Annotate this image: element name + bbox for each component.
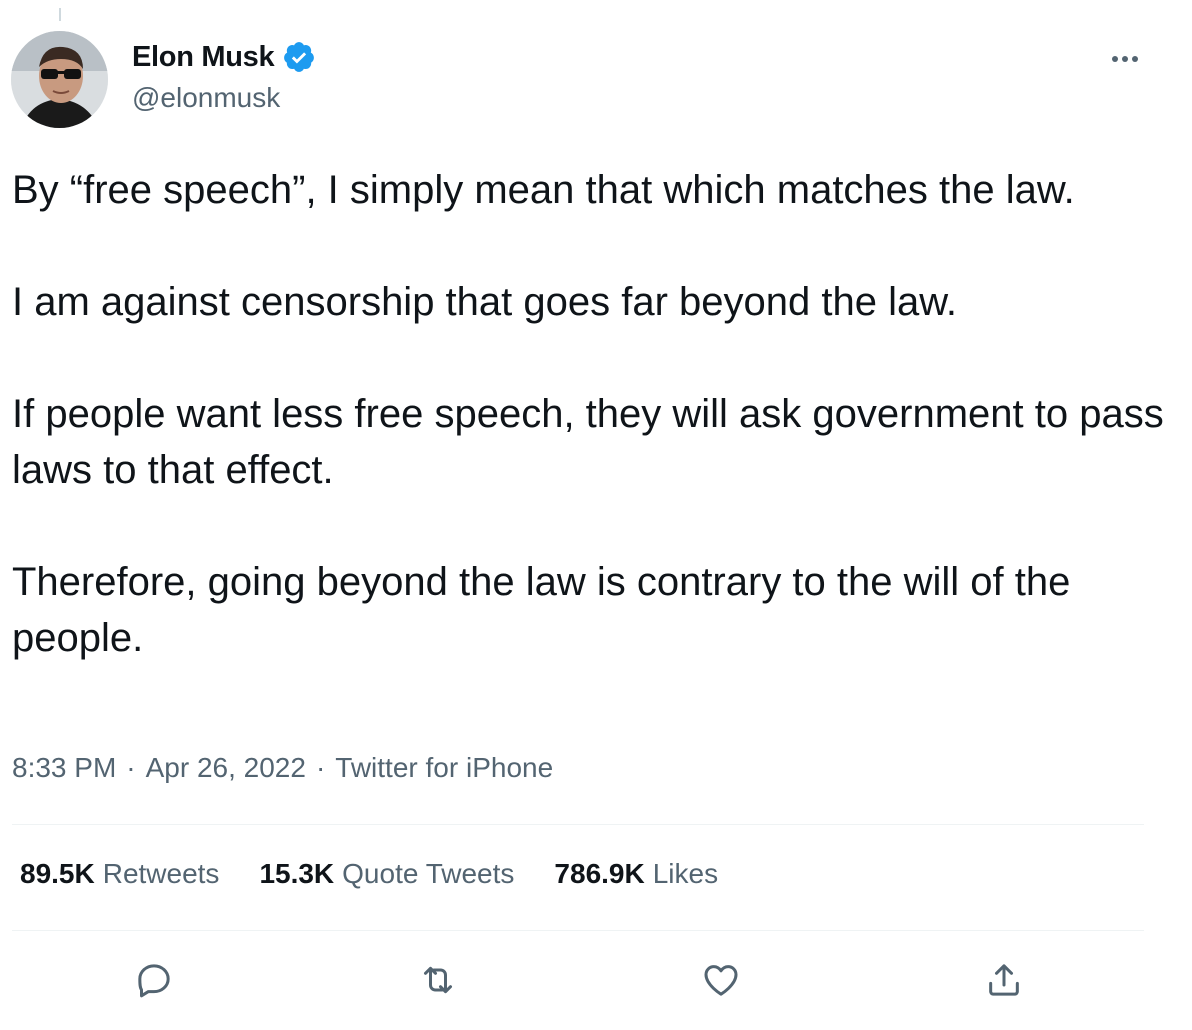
more-icon-dot — [1132, 56, 1138, 62]
tweet-source[interactable]: Twitter for iPhone — [335, 752, 553, 784]
divider — [12, 930, 1144, 931]
quote-tweets-label: Quote Tweets — [342, 858, 515, 889]
share-button[interactable] — [979, 955, 1029, 1005]
more-icon-dot — [1122, 56, 1128, 62]
thread-connector-line — [59, 8, 61, 21]
divider — [12, 824, 1144, 825]
heart-icon — [704, 965, 738, 996]
meta-separator: · — [315, 752, 326, 783]
reply-button[interactable] — [129, 955, 179, 1005]
author-name-row: Elon Musk — [132, 40, 316, 74]
avatar-image — [11, 31, 108, 128]
more-icon-dot — [1112, 56, 1118, 62]
reply-icon — [138, 964, 170, 998]
retweet-button[interactable] — [413, 955, 463, 1005]
avatar[interactable] — [11, 31, 108, 128]
retweets-count: 89.5K — [20, 858, 95, 889]
engagement-stats: 89.5K Retweets 15.3K Quote Tweets 786.9K Li… — [20, 858, 718, 890]
retweets-label: Retweets — [102, 858, 220, 889]
quote-tweets-count: 15.3K — [259, 858, 335, 889]
author-handle[interactable]: @elonmusk — [132, 82, 280, 114]
tweet-date[interactable]: Apr 26, 2022 — [146, 752, 306, 784]
likes-count: 786.9K — [554, 858, 645, 889]
retweets-stat[interactable]: 89.5K Retweets — [20, 858, 219, 890]
like-button[interactable] — [696, 955, 746, 1005]
retweet-icon — [424, 966, 452, 994]
likes-label: Likes — [652, 858, 719, 889]
meta-separator: · — [126, 752, 136, 783]
verified-badge-icon — [282, 40, 316, 74]
likes-stat[interactable]: 786.9K Likes — [554, 858, 718, 890]
action-bar — [0, 955, 1192, 1005]
quote-tweets-stat[interactable]: 15.3K Quote Tweets — [259, 858, 514, 890]
tweet-text: By “free speech”, I simply mean that whi… — [12, 168, 1164, 660]
author-name[interactable]: Elon Musk — [132, 41, 275, 74]
share-icon — [989, 964, 1019, 996]
tweet-time[interactable]: 8:33 PM — [12, 752, 116, 784]
tweet-meta: 8:33 PM · Apr 26, 2022 · Twitter for iPh… — [12, 752, 553, 784]
more-options-button[interactable] — [1108, 44, 1142, 74]
